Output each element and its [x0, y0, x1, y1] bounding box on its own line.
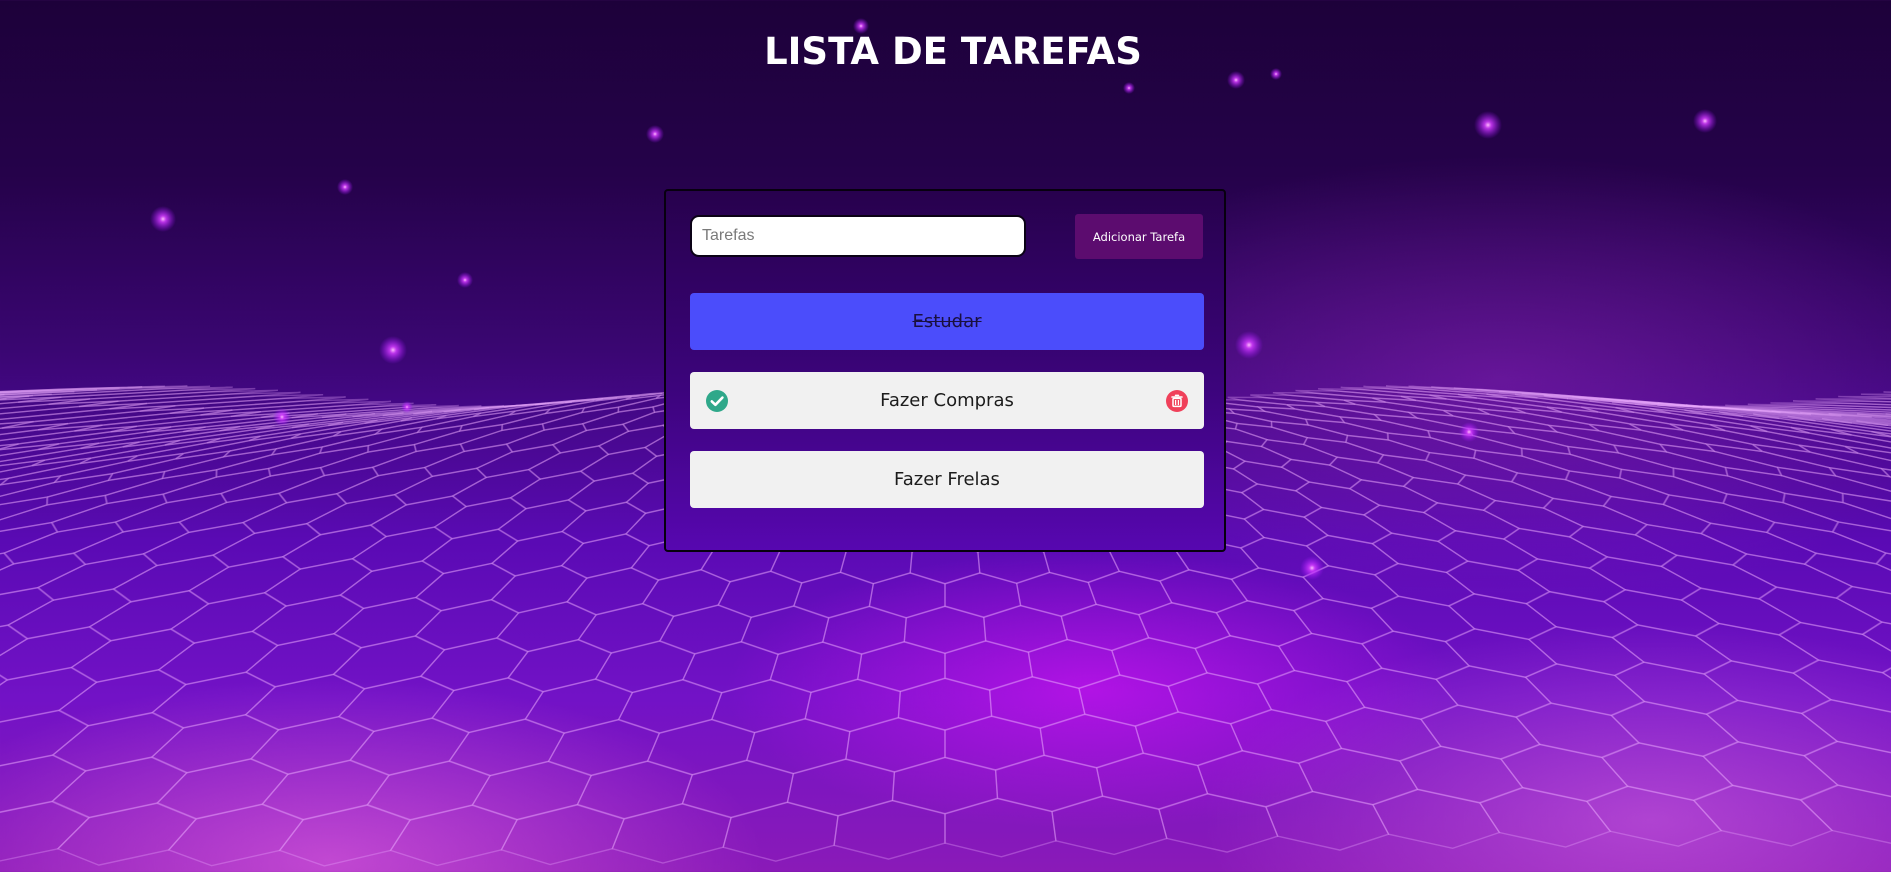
task-label: Estudar [912, 311, 982, 332]
task-label: Fazer Compras [880, 390, 1014, 411]
add-task-button[interactable]: Adicionar Tarefa [1075, 214, 1203, 259]
glow-particle [401, 401, 413, 413]
trash-icon[interactable] [1165, 389, 1189, 413]
task-list: Estudar Fazer Compras Fazer Frelas [690, 293, 1204, 530]
check-circle-icon[interactable] [705, 389, 729, 413]
glow-particle [337, 179, 353, 195]
task-item[interactable]: Fazer Frelas [690, 451, 1204, 508]
glow-particle [1123, 82, 1135, 94]
glow-particle [379, 336, 407, 364]
glow-particle [457, 272, 473, 288]
task-input[interactable] [690, 215, 1026, 257]
glow-particle [1474, 111, 1502, 139]
task-item[interactable]: Fazer Compras [690, 372, 1204, 429]
glow-particle [646, 125, 664, 143]
glow-particle [150, 206, 176, 232]
glow-particle [273, 408, 291, 426]
glow-particle [1235, 331, 1263, 359]
glow-particle [1459, 422, 1479, 442]
glow-particle [1693, 109, 1717, 133]
todo-card: Adicionar Tarefa Estudar Fazer Compras [664, 189, 1226, 552]
task-label: Fazer Frelas [894, 469, 1000, 490]
glow-particle [1227, 71, 1245, 89]
task-item-completed[interactable]: Estudar [690, 293, 1204, 350]
glow-particle [1300, 556, 1324, 580]
page-title: LISTA DE TAREFAS [764, 30, 1142, 73]
